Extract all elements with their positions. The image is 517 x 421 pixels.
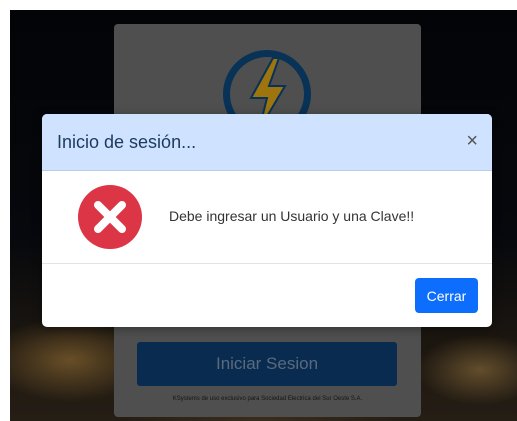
modal-header: Inicio de sesión... × [42,114,492,171]
modal-title: Inicio de sesión... [57,132,197,152]
modal-body: Debe ingresar un Usuario y una Clave!! [42,171,492,264]
error-message: Debe ingresar un Usuario y una Clave!! [169,208,415,224]
close-button[interactable]: Cerrar [415,278,478,313]
login-modal: Inicio de sesión... × Debe ingresar un U… [42,114,492,327]
close-icon[interactable]: × [466,130,478,153]
error-x-icon [78,185,142,249]
